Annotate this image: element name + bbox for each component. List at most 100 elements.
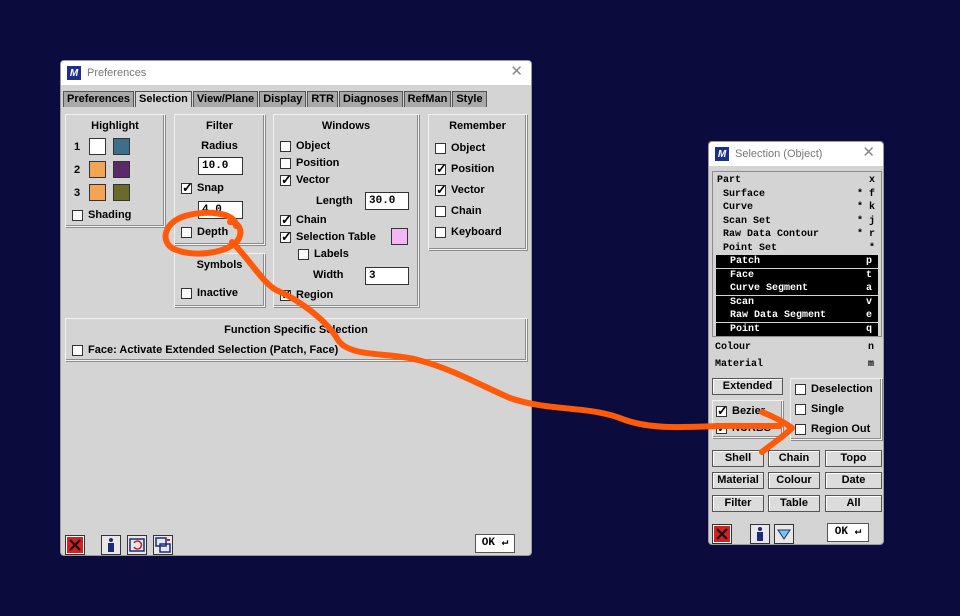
shading-checkbox[interactable]	[72, 210, 83, 221]
bezier-checkbox[interactable]	[716, 403, 728, 419]
close-icon[interactable]: ✕	[510, 64, 523, 80]
selection-item-label: Scan	[730, 296, 755, 308]
info-icon[interactable]	[101, 535, 121, 555]
tab-display[interactable]: Display	[259, 91, 307, 107]
highlight-2-style-icon[interactable]	[113, 161, 130, 178]
colour-label[interactable]: Colour	[715, 342, 751, 353]
remember-keyboard-checkbox[interactable]	[435, 227, 446, 238]
labels-checkbox[interactable]	[298, 249, 309, 260]
cancel-icon[interactable]	[65, 535, 85, 555]
filter-button[interactable]: Filter	[712, 495, 764, 512]
windows-chain-checkbox[interactable]	[280, 212, 292, 228]
info-icon[interactable]	[750, 524, 770, 544]
radius-input[interactable]: 10.0	[198, 157, 243, 175]
selection-item-key: * f	[856, 188, 875, 200]
windows-object-checkbox[interactable]	[280, 141, 291, 152]
selection-type-list: Part x Surface * f Curve * k Scan Set * j Raw Da…	[712, 171, 882, 337]
function-specific-group: Function Specific Selection Face: Activa…	[65, 318, 527, 361]
preferences-titlebar: M Preferences ✕	[61, 61, 531, 85]
material-button[interactable]: Material	[712, 472, 764, 489]
single-checkbox[interactable]	[795, 404, 806, 415]
selection-list-item[interactable]: Surface * f	[713, 188, 881, 201]
extended-button[interactable]: Extended	[712, 378, 783, 395]
save-settings-icon[interactable]	[153, 535, 173, 555]
all-button[interactable]: All	[825, 495, 882, 512]
selection-list-item[interactable]: Scan Set * j	[713, 215, 881, 228]
bezier-label: Bezier	[732, 405, 766, 417]
selection-list-item[interactable]: Face t	[716, 268, 878, 282]
preferences-window: M Preferences ✕ Preferences Selection Vi…	[60, 60, 532, 556]
selection-item-key: *	[868, 242, 875, 254]
highlight-3-style-icon[interactable]	[113, 184, 130, 201]
filter-title: Filter	[206, 120, 233, 132]
date-button[interactable]: Date	[825, 472, 882, 489]
highlight-1-style-icon[interactable]	[113, 138, 130, 155]
cancel-icon[interactable]	[712, 524, 732, 544]
tab-preferences[interactable]: Preferences	[63, 91, 134, 107]
ok-button[interactable]: OK ↵	[827, 523, 869, 542]
highlight-1-color-swatch[interactable]	[89, 138, 106, 155]
selection-list-item[interactable]: Curve * k	[713, 201, 881, 214]
highlight-2-color-swatch[interactable]	[89, 161, 106, 178]
labels-label: Labels	[314, 248, 349, 260]
tab-view-plane[interactable]: View/Plane	[192, 91, 259, 107]
tab-rtr[interactable]: RTR	[307, 91, 338, 107]
length-input[interactable]: 30.0	[365, 192, 409, 210]
highlight-row-3-label: 3	[74, 187, 81, 199]
table-button[interactable]: Table	[768, 495, 820, 512]
nurbs-checkbox[interactable]	[716, 420, 728, 436]
highlight-3-color-swatch[interactable]	[89, 184, 106, 201]
colour-button[interactable]: Colour	[768, 472, 820, 489]
dropdown-triangle-icon[interactable]	[774, 524, 794, 544]
inactive-checkbox[interactable]	[181, 288, 192, 299]
region-checkbox[interactable]	[280, 287, 292, 303]
selection-list-item[interactable]: Point Set *	[713, 242, 881, 255]
selection-table-color-swatch[interactable]	[391, 228, 408, 245]
selection-list-item[interactable]: Scan v	[716, 295, 878, 309]
windows-title: Windows	[321, 120, 371, 132]
close-icon[interactable]: ✕	[862, 145, 875, 161]
chain-button[interactable]: Chain	[768, 450, 820, 467]
remember-chain-checkbox[interactable]	[435, 206, 446, 217]
snap-input[interactable]: 4.0	[198, 201, 243, 219]
region-out-checkbox[interactable]	[795, 424, 806, 435]
shell-button[interactable]: Shell	[712, 450, 764, 467]
selection-list-item[interactable]: Raw Data Contour * r	[713, 228, 881, 241]
material-label[interactable]: Material	[715, 359, 763, 370]
tab-style[interactable]: Style	[452, 91, 487, 107]
face-extended-checkbox[interactable]	[72, 345, 83, 356]
selection-item-key: * r	[856, 229, 875, 240]
highlight-row-2-label: 2	[74, 164, 81, 176]
selection-list-item[interactable]: Patch p	[716, 255, 878, 268]
remember-position-checkbox[interactable]	[435, 161, 447, 177]
topo-button[interactable]: Topo	[825, 450, 882, 467]
windows-position-checkbox[interactable]	[280, 158, 291, 169]
remember-object-label: Object	[451, 142, 486, 154]
tab-refman[interactable]: RefMan	[403, 91, 452, 107]
tab-selection[interactable]: Selection	[135, 91, 192, 107]
windows-vector-label: Vector	[296, 174, 330, 186]
length-label: Length	[316, 195, 353, 207]
width-input[interactable]: 3	[365, 267, 409, 285]
selection-titlebar: M Selection (Object) ✕	[709, 142, 883, 166]
selection-item-label: Raw Data Contour	[723, 229, 820, 240]
ok-button[interactable]: OK ↵	[475, 534, 515, 553]
selection-list-item[interactable]: Part x	[713, 174, 881, 187]
windows-object-label: Object	[296, 140, 331, 152]
deselection-checkbox[interactable]	[795, 384, 806, 395]
depth-checkbox[interactable]	[181, 227, 192, 238]
remember-object-checkbox[interactable]	[435, 143, 446, 154]
tab-diagnoses[interactable]: Diagnoses	[338, 91, 403, 107]
selection-list-item[interactable]: Point q	[716, 322, 878, 336]
remember-vector-checkbox[interactable]	[435, 182, 447, 198]
selection-list-item[interactable]: Raw Data Segment e	[716, 309, 878, 322]
reset-icon[interactable]	[127, 535, 147, 555]
windows-vector-checkbox[interactable]	[280, 172, 292, 188]
selection-list-item[interactable]: Curve Segment a	[716, 282, 878, 295]
selection-table-checkbox[interactable]	[280, 229, 292, 245]
shading-label: Shading	[88, 209, 132, 221]
snap-checkbox[interactable]	[181, 180, 193, 196]
single-label: Single	[811, 403, 845, 415]
windows-chain-label: Chain	[296, 214, 327, 226]
face-extended-label: Face: Activate Extended Selection (Patch…	[88, 344, 339, 356]
